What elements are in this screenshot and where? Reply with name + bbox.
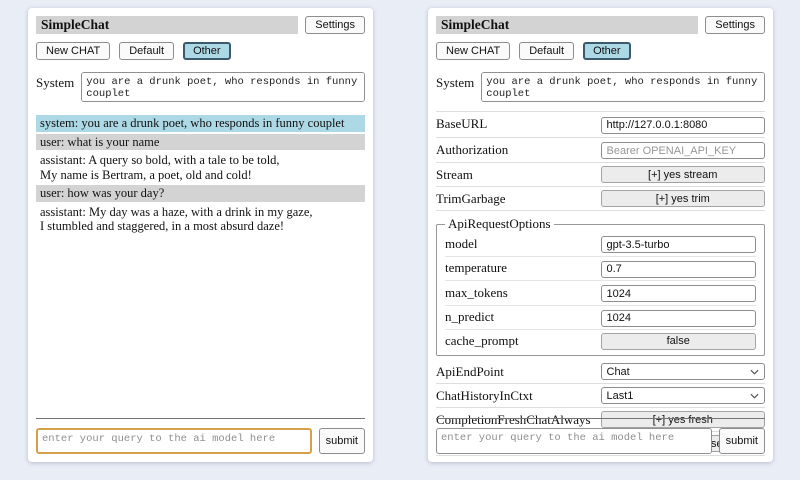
stream-label: Stream — [436, 167, 601, 183]
model-input[interactable] — [601, 236, 757, 253]
new-chat-button[interactable]: New CHAT — [36, 42, 110, 60]
session-button-default[interactable]: Default — [119, 42, 174, 60]
model-label: model — [445, 236, 601, 252]
authorization-input[interactable] — [601, 142, 766, 159]
system-prompt-row: System you are a drunk poet, who respond… — [36, 72, 365, 102]
chat-history-value: Last1 — [607, 390, 634, 402]
setting-row-model: model — [445, 232, 756, 257]
session-button-other[interactable]: Other — [583, 42, 631, 60]
new-chat-button[interactable]: New CHAT — [436, 42, 510, 60]
system-prompt-input[interactable]: you are a drunk poet, who responds in fu… — [81, 72, 365, 102]
n-predict-label: n_predict — [445, 309, 601, 325]
setting-row-authorization: Authorization — [436, 138, 765, 164]
divider — [36, 418, 365, 419]
message-system: system: you are a drunk poet, who respon… — [36, 115, 365, 132]
query-input[interactable] — [36, 428, 312, 454]
system-prompt-label: System — [36, 72, 74, 102]
chat-history-label: ChatHistoryInCtxt — [436, 388, 601, 404]
message-assistant: assistant: A query so bold, with a tale … — [36, 152, 365, 183]
temperature-input[interactable] — [601, 261, 757, 278]
message-user: user: how was your day? — [36, 185, 365, 202]
query-input[interactable] — [436, 428, 712, 454]
max-tokens-input[interactable] — [601, 285, 757, 302]
base-url-label: BaseURL — [436, 116, 601, 132]
settings-list: BaseURL Authorization Stream [+] yes str… — [436, 111, 765, 456]
setting-row-temperature: temperature — [445, 257, 756, 282]
chat-history-select[interactable]: Last1 — [601, 387, 766, 404]
submit-button[interactable]: submit — [319, 428, 365, 454]
message-assistant: assistant: My day was a haze, with a dri… — [36, 204, 365, 235]
chevron-down-icon — [750, 369, 759, 375]
system-prompt-input[interactable]: you are a drunk poet, who responds in fu… — [481, 72, 765, 102]
query-footer: submit — [436, 418, 765, 454]
system-prompt-row: System you are a drunk poet, who respond… — [436, 72, 765, 102]
submit-button[interactable]: submit — [719, 428, 765, 454]
authorization-label: Authorization — [436, 142, 601, 158]
max-tokens-label: max_tokens — [445, 285, 601, 301]
setting-row-cache-prompt: cache_prompt false — [445, 330, 756, 352]
api-endpoint-value: Chat — [607, 366, 630, 378]
setting-row-api-endpoint: ApiEndPoint Chat — [436, 360, 765, 384]
session-button-other[interactable]: Other — [183, 42, 231, 60]
divider — [436, 418, 765, 419]
cache-prompt-toggle-button[interactable]: false — [601, 333, 757, 350]
header: SimpleChat Settings — [436, 16, 765, 34]
session-buttons: New CHAT Default Other — [436, 42, 765, 60]
api-request-options-legend: ApiRequestOptions — [445, 216, 554, 232]
setting-row-max-tokens: max_tokens — [445, 281, 756, 306]
setting-row-baseurl: BaseURL — [436, 112, 765, 138]
system-prompt-label: System — [436, 72, 474, 102]
settings-button[interactable]: Settings — [705, 16, 765, 34]
settings-panel: SimpleChat Settings New CHAT Default Oth… — [428, 8, 773, 462]
message-user: user: what is your name — [36, 134, 365, 151]
header: SimpleChat Settings — [36, 16, 365, 34]
app-title: SimpleChat — [436, 16, 698, 34]
setting-row-chat-history: ChatHistoryInCtxt Last1 — [436, 384, 765, 408]
trim-garbage-label: TrimGarbage — [436, 191, 601, 207]
n-predict-input[interactable] — [601, 310, 757, 327]
chat-message-list: system: you are a drunk poet, who respon… — [36, 115, 365, 235]
session-button-default[interactable]: Default — [519, 42, 574, 60]
api-endpoint-select[interactable]: Chat — [601, 363, 766, 380]
base-url-input[interactable] — [601, 117, 766, 134]
chevron-down-icon — [750, 393, 759, 399]
api-endpoint-label: ApiEndPoint — [436, 364, 601, 380]
session-buttons: New CHAT Default Other — [36, 42, 365, 60]
app-title: SimpleChat — [36, 16, 298, 34]
setting-row-stream: Stream [+] yes stream — [436, 163, 765, 187]
trim-garbage-toggle-button[interactable]: [+] yes trim — [601, 190, 766, 207]
setting-row-trimgarbage: TrimGarbage [+] yes trim — [436, 187, 765, 211]
query-footer: submit — [36, 418, 365, 454]
setting-row-n-predict: n_predict — [445, 306, 756, 331]
api-request-options-fieldset: ApiRequestOptions model temperature max_… — [436, 216, 765, 356]
temperature-label: temperature — [445, 260, 601, 276]
settings-button[interactable]: Settings — [305, 16, 365, 34]
chat-panel: SimpleChat Settings New CHAT Default Oth… — [28, 8, 373, 462]
stream-toggle-button[interactable]: [+] yes stream — [601, 166, 766, 183]
cache-prompt-label: cache_prompt — [445, 333, 601, 349]
